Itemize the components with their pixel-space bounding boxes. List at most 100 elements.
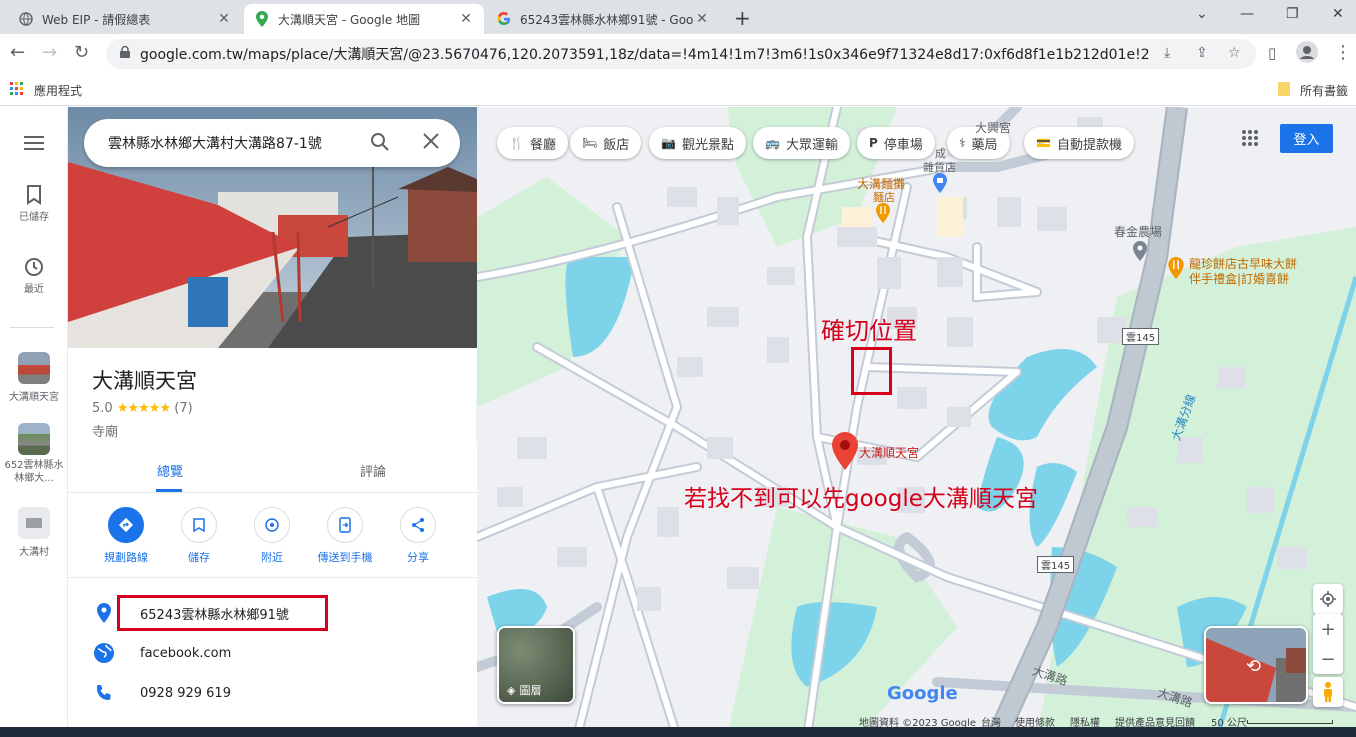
website-row[interactable]: facebook.com	[68, 633, 477, 673]
history-label: 大溝順天宮	[9, 392, 59, 403]
chip-hotel[interactable]: 🛏 飯店	[570, 127, 642, 159]
poi-label[interactable]: 大興宮	[975, 119, 1011, 136]
chevron-down-icon[interactable]: ⌄	[1196, 6, 1208, 22]
place-photo[interactable]: 雲林縣水林鄉大溝村大溝路87-1號	[68, 107, 477, 348]
chip-attractions[interactable]: 📷 觀光景點	[649, 127, 746, 159]
globe-icon	[18, 11, 34, 27]
phone-row[interactable]: 0928 929 619	[68, 673, 477, 713]
route-badge: 雲145	[1122, 328, 1160, 345]
atm-icon: 💳	[1036, 136, 1051, 150]
recent-button[interactable]: 最近	[0, 257, 68, 295]
chip-label: 大眾運輸	[785, 137, 838, 153]
review-count[interactable]: (7)	[174, 401, 192, 416]
chip-label: 飯店	[603, 137, 630, 153]
send-to-phone-button[interactable]: 傳送到手機	[315, 507, 375, 565]
location-pin-icon	[92, 601, 116, 625]
url-text: google.com.tw/maps/place/大溝順天宮/@23.56704…	[140, 47, 1150, 63]
pegman-icon	[1324, 682, 1332, 702]
zoom-out-icon[interactable]: −	[1320, 644, 1335, 674]
layers-button[interactable]: ◈ 圖層	[497, 626, 575, 704]
place-marker-icon[interactable]	[832, 432, 858, 474]
chip-restaurant[interactable]: 🍴 餐廳	[497, 127, 568, 159]
thumbnail	[18, 423, 50, 455]
new-tab-button[interactable]: +	[734, 6, 751, 30]
close-tab-icon[interactable]: ✕	[694, 11, 710, 27]
my-location-button[interactable]	[1313, 584, 1343, 614]
share-icon	[400, 507, 436, 543]
marker-label[interactable]: 大溝順天宮	[859, 444, 919, 461]
chip-parking[interactable]: P 停車場	[857, 127, 935, 159]
history-item[interactable]: 652雲林縣水林鄉大...	[0, 423, 68, 485]
crosshair-icon	[1320, 591, 1336, 607]
search-icon[interactable]	[370, 132, 390, 156]
restaurant-pin-icon[interactable]	[876, 203, 890, 227]
side-panel-icon[interactable]: ▯	[1268, 44, 1276, 62]
more-menu-icon[interactable]: ⋮	[1334, 42, 1352, 63]
tab-strip: Web EIP - 請假總表 ✕ 大溝順天宮 - Google 地圖 ✕ 652…	[0, 0, 1356, 34]
google-logo: Google	[887, 683, 958, 704]
install-icon[interactable]: ⤓	[1164, 45, 1170, 61]
pegman-button[interactable]	[1313, 677, 1343, 707]
place-title: 大溝順天宮	[92, 369, 197, 393]
website-text: facebook.com	[140, 645, 232, 661]
forward-icon[interactable]: →	[42, 42, 57, 63]
signin-button[interactable]: 登入	[1280, 124, 1333, 153]
share-page-icon[interactable]: ⇪	[1196, 45, 1208, 61]
apps-grid-icon[interactable]	[1241, 129, 1259, 147]
chip-transit[interactable]: 🚌 大眾運輸	[753, 127, 850, 159]
bookmark-star-icon[interactable]: ☆	[1228, 45, 1241, 61]
shopping-pin-icon[interactable]	[933, 173, 947, 197]
os-taskbar	[0, 727, 1356, 737]
close-window-icon[interactable]: ✕	[1332, 6, 1344, 22]
back-icon[interactable]: ←	[10, 42, 25, 63]
share-button[interactable]: 分享	[388, 507, 448, 565]
tab-overview[interactable]: 總覽	[157, 461, 183, 480]
tab-google-maps[interactable]: 大溝順天宮 - Google 地圖 ✕	[244, 4, 484, 34]
chip-label: 藥局	[971, 137, 998, 153]
history-label: 652雲林縣水林鄉大...	[4, 460, 64, 484]
all-bookmarks[interactable]: 所有書籤	[1300, 82, 1348, 99]
place-category[interactable]: 寺廟	[92, 421, 118, 440]
nearby-button[interactable]: 附近	[242, 507, 302, 565]
place-pin-icon[interactable]	[1133, 241, 1147, 265]
chip-atm[interactable]: 💳 自動提款機	[1024, 127, 1134, 159]
history-item[interactable]: 大溝村	[0, 507, 68, 558]
nearby-label: 附近	[261, 551, 283, 564]
street-view-thumbnail[interactable]: ⟲	[1204, 626, 1308, 704]
reload-icon[interactable]: ↻	[74, 42, 89, 63]
divider	[68, 577, 477, 578]
minimize-icon[interactable]: —	[1240, 6, 1254, 22]
folder-icon	[1278, 82, 1290, 96]
close-tab-icon[interactable]: ✕	[458, 11, 474, 27]
poi-label[interactable]: 春金農場	[1114, 223, 1162, 240]
bookmark-apps[interactable]: 應用程式	[34, 82, 82, 99]
search-input[interactable]: 雲林縣水林鄉大溝村大溝路87-1號	[84, 119, 460, 167]
share-label: 分享	[407, 551, 429, 564]
restore-icon[interactable]: ❐	[1286, 6, 1299, 22]
send-label: 傳送到手機	[317, 551, 373, 564]
save-button[interactable]: 儲存	[169, 507, 229, 565]
zoom-in-icon[interactable]: +	[1320, 614, 1335, 644]
place-panel: 雲林縣水林鄉大溝村大溝路87-1號 大溝順天宮 5.0 ★★★★★ (7) 寺廟…	[68, 107, 477, 737]
tab-reviews[interactable]: 評論	[360, 461, 386, 480]
fork-knife-icon: 🍴	[509, 136, 524, 150]
star-rating-icon: ★★★★★	[116, 401, 171, 416]
profile-avatar[interactable]	[1296, 41, 1318, 68]
saved-button[interactable]: 已儲存	[0, 185, 68, 223]
history-icon	[25, 258, 43, 276]
restaurant-pin-icon[interactable]	[1168, 257, 1184, 283]
layers-label-row: ◈ 圖層	[507, 682, 541, 698]
menu-button[interactable]	[0, 135, 68, 154]
close-icon[interactable]	[422, 132, 440, 154]
address-bar[interactable]: google.com.tw/maps/place/大溝順天宮/@23.56704…	[106, 39, 1256, 69]
bus-icon: 🚌	[765, 136, 780, 150]
history-item[interactable]: 大溝順天宮	[0, 352, 68, 403]
map-canvas[interactable]: 🍴 餐廳 🛏 飯店 📷 觀光景點 🚌 大眾運輸 P 停車場 ⚕ 藥局 💳 自動提款機 登入 大…	[477, 107, 1356, 737]
close-tab-icon[interactable]: ✕	[216, 11, 232, 27]
tab-google-search[interactable]: 65243雲林縣水林鄉91號 - Goog ✕	[486, 4, 720, 34]
directions-button[interactable]: 規劃路線	[96, 507, 156, 565]
tab-web-eip[interactable]: Web EIP - 請假總表 ✕	[8, 4, 242, 34]
address-highlight-box	[117, 595, 328, 631]
action-buttons: 規劃路線 儲存 附近 傳送到手機 分享	[68, 507, 477, 577]
recent-label: 最近	[24, 284, 44, 295]
